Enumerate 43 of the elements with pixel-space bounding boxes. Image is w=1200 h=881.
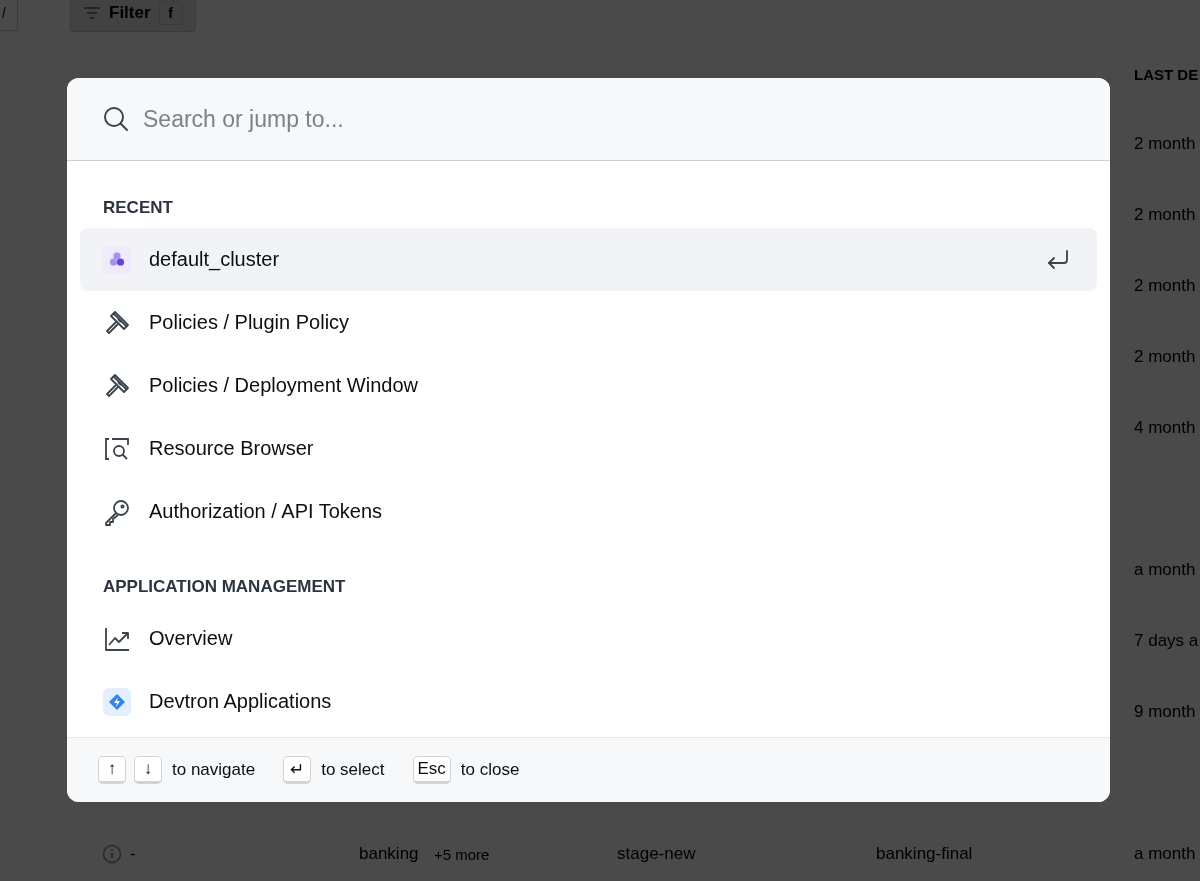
table-cell: a month [1134,559,1196,580]
search-bar[interactable]: Search or jump to... [67,78,1110,161]
cluster-icon [103,245,131,274]
table-cell: banking-final [876,844,973,864]
menu-item[interactable]: default_cluster [80,228,1097,291]
table-cell: 7 days a [1134,630,1199,651]
key-cap: ↵ [283,756,312,784]
more-count: +5 more [434,846,490,863]
menu-item[interactable]: Policies / Deployment Window [80,354,1097,417]
section-heading: APPLICATION MANAGEMENT [102,576,347,598]
filter-icon [83,6,101,20]
menu-item[interactable]: Overview [80,607,1097,670]
gavel-icon [103,371,131,400]
menu-item[interactable]: Policies / Plugin Policy [80,291,1097,354]
column-header: LAST DE [1134,66,1199,83]
shortcut-key: / [0,0,18,31]
table-cell: 2 month [1134,204,1196,225]
key-cap: Esc [412,756,451,784]
menu-item[interactable]: Resource Browser [80,417,1097,480]
search-field[interactable]: Search or jump to... [143,105,1074,133]
table-cell: 2 month [1134,275,1196,296]
info-icon [102,844,122,864]
app-logo-icon [103,687,131,716]
key-cap: ↑ [98,756,126,784]
return-icon [1046,248,1070,271]
hint-text: to navigate [172,760,256,780]
table-cell: - [130,844,136,864]
table-cell: 2 month [1134,133,1196,154]
gavel-icon [103,308,131,337]
table-cell: 4 month [1134,417,1196,438]
section-heading: RECENT [102,197,174,219]
table-cell: 2 month [1134,346,1196,367]
search-icon [103,106,129,132]
table-cell: stage-new [617,844,696,864]
hint-text: to select [321,760,385,780]
hint-text: to close [460,760,520,780]
key-icon [103,497,131,526]
table-cell: a month [1134,844,1196,864]
table-cell: 9 month [1134,701,1196,722]
table-cell: banking [359,844,419,864]
menu-item[interactable]: Authorization / API Tokens [80,480,1097,543]
menu-item[interactable]: Devtron Applications [80,670,1097,733]
key-cap: ↓ [134,756,162,784]
